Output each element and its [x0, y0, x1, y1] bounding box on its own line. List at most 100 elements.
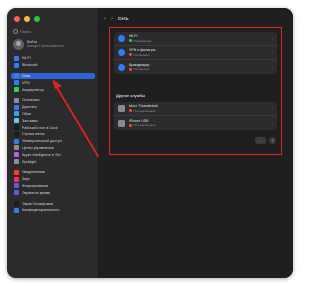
sidebar-item-label: Apple Intelligence и Siri: [22, 152, 61, 157]
status-dot-icon: [129, 109, 132, 113]
more-options-button[interactable]: …: [254, 137, 266, 144]
sidebar-item-label: Spotlight: [22, 159, 37, 164]
sidebar-item-6[interactable]: Основные: [11, 97, 95, 104]
sidebar: Поиск Войти Аккаунт пользователя Wi-Fi Bl…: [7, 8, 99, 278]
minimize-button[interactable]: [24, 16, 30, 22]
service-row[interactable]: VPN и фильтры Отключено ›: [114, 46, 277, 60]
vpn-icon: [118, 49, 125, 56]
chevron-right-icon: ›: [271, 64, 273, 70]
sidebar-item-icon: [14, 97, 19, 103]
sidebar-item-18[interactable]: Фокусирование: [11, 183, 95, 190]
service-status: Отключено: [129, 53, 268, 57]
search-placeholder: Поиск: [20, 28, 32, 34]
sidebar-item-label: Дисплеи: [22, 105, 37, 110]
sidebar-item-label: Центр управления: [22, 145, 54, 150]
sidebar-item-15[interactable]: Spotlight: [11, 158, 95, 165]
sidebar-nav: Wi-Fi Bluetooth Сеть VPN Аккумулятор Основные…: [11, 55, 95, 214]
sidebar-item-16[interactable]: Уведомления: [11, 169, 95, 176]
status-dot-icon: [129, 53, 132, 57]
chevron-right-icon: ›: [271, 106, 273, 111]
search-input[interactable]: Поиск: [13, 27, 93, 35]
zoom-button[interactable]: [34, 16, 40, 22]
sidebar-item-icon: [14, 176, 19, 182]
close-button[interactable]: [14, 16, 20, 22]
sidebar-item-label: Строка меню: [22, 132, 45, 137]
sidebar-item-label: Конфиденциальность: [22, 208, 60, 213]
sidebar-item-label: Рабочий стол и Dock: [22, 125, 58, 130]
page-title: Сеть: [118, 16, 129, 21]
sidebar-item-5[interactable]: Аккумулятор: [11, 86, 95, 93]
sidebar-item-icon: [14, 62, 19, 68]
sidebar-item-icon: [14, 159, 19, 165]
other-services-heading: Другие службы: [116, 94, 146, 98]
sidebar-item-21[interactable]: Конфиденциальность: [11, 207, 95, 214]
sidebar-item-label: VPN: [22, 80, 30, 85]
account-subtitle: Аккаунт пользователя: [27, 44, 64, 48]
sidebar-item-14[interactable]: Apple Intelligence и Siri: [11, 151, 95, 158]
sidebar-item-8[interactable]: Обои: [11, 111, 95, 118]
help-button[interactable]: ?: [269, 137, 276, 144]
sidebar-item-3[interactable]: Сеть: [11, 72, 95, 80]
status-dot-icon: [129, 67, 132, 71]
footer-controls: … ?: [254, 137, 276, 144]
sidebar-item-icon: [14, 201, 19, 207]
sidebar-item-label: Сеть: [22, 73, 31, 78]
service-status: Отключено: [129, 67, 268, 71]
sidebar-item-icon: [14, 131, 19, 137]
sidebar-item-icon: [14, 169, 19, 175]
chevron-right-icon: ›: [271, 36, 273, 41]
status-dot-icon: [129, 123, 132, 127]
services-group-primary: Wi-Fi Подключено › VPN и фильтры Отключено › Б…: [114, 32, 277, 74]
sidebar-item-icon: [14, 145, 19, 151]
sidebar-item-icon: [14, 183, 19, 189]
service-row[interactable]: Брандмауэр Отключено ›: [114, 60, 277, 74]
service-row[interactable]: iPhone USB Не подключено ›: [114, 116, 277, 130]
sidebar-item-icon: [14, 87, 19, 93]
status-dot-icon: [129, 39, 132, 43]
sidebar-item-9[interactable]: Заставка: [11, 117, 95, 124]
sidebar-item-2[interactable]: Bluetooth: [11, 62, 95, 69]
sidebar-item-label: Уведомления: [22, 170, 46, 175]
firewall-icon: [118, 63, 125, 71]
sidebar-item-20[interactable]: Экран блокировки: [11, 200, 95, 207]
sidebar-item-10[interactable]: Рабочий стол и Dock: [11, 124, 95, 131]
sidebar-item-icon: [14, 152, 19, 158]
sidebar-item-icon: [14, 104, 19, 110]
sidebar-item-label: Экранное время: [22, 190, 51, 195]
sidebar-item-label: Фокусирование: [22, 183, 49, 188]
service-row[interactable]: Wi-Fi Подключено ›: [114, 32, 277, 46]
wifi-icon: [118, 35, 125, 42]
sidebar-item-label: Обои: [22, 111, 32, 116]
sidebar-item-label: Аккумулятор: [22, 87, 44, 92]
sidebar-item-icon: [14, 55, 19, 61]
settings-window: Поиск Войти Аккаунт пользователя Wi-Fi Bl…: [7, 8, 293, 278]
sidebar-item-label: Звук: [22, 177, 30, 182]
sidebar-item-icon: [14, 138, 19, 144]
sidebar-item-12[interactable]: Универсальный доступ: [11, 138, 95, 145]
account-item[interactable]: Войти Аккаунт пользователя: [13, 37, 95, 51]
sidebar-item-label: Bluetooth: [22, 63, 38, 68]
back-button[interactable]: ‹: [104, 16, 106, 22]
window-controls: [14, 16, 40, 22]
sidebar-item-label: Wi-Fi: [22, 56, 31, 61]
sidebar-item-1[interactable]: Wi-Fi: [11, 55, 95, 62]
avatar: [13, 38, 24, 50]
sidebar-item-19[interactable]: Экранное время: [11, 189, 95, 196]
network-panel-highlight: Wi-Fi Подключено › VPN и фильтры Отключено › Б…: [109, 27, 282, 155]
sidebar-item-label: Основные: [22, 98, 40, 103]
sidebar-item-13[interactable]: Центр управления: [11, 145, 95, 152]
phone-icon: [118, 119, 125, 127]
sidebar-item-label: Экран блокировки: [22, 201, 54, 206]
forward-button[interactable]: ›: [111, 16, 113, 22]
sidebar-item-11[interactable]: Строка меню: [11, 131, 95, 138]
service-row[interactable]: Мост Thunderbolt Не подключено ›: [114, 102, 277, 116]
sidebar-item-4[interactable]: VPN: [11, 79, 95, 86]
sidebar-item-label: Заставка: [22, 118, 38, 123]
sidebar-item-7[interactable]: Дисплеи: [11, 104, 95, 111]
sidebar-item-icon: [14, 207, 19, 213]
sidebar-item-17[interactable]: Звук: [11, 176, 95, 183]
service-status: Не подключено: [129, 123, 268, 127]
service-status: Подключено: [129, 39, 268, 43]
sidebar-item-icon: [14, 125, 19, 131]
sidebar-item-icon: [14, 80, 19, 86]
